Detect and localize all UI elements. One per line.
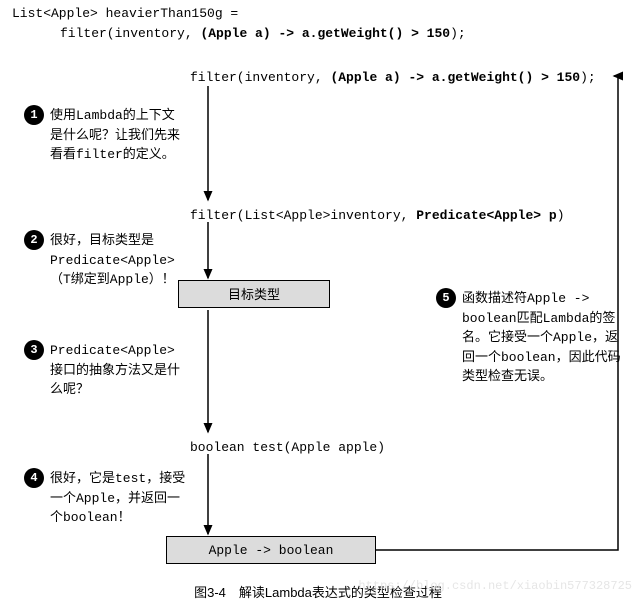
descriptor-box: Apple -> boolean (166, 536, 376, 564)
step-text-4: 很好，它是test，接受一个Apple，并返回一个boolean！ (50, 469, 190, 528)
step-badge-5: 5 (436, 288, 456, 308)
step-text-2: 很好，目标类型是 Predicate<Apple> （T绑定到Apple）！ (50, 231, 190, 290)
code-header: List<Apple> heavierThan150g = filter(inv… (12, 4, 466, 43)
step-text-3: Predicate<Apple> 接口的抽象方法又是什么呢？ (50, 341, 190, 400)
step-text-5: 函数描述符Apple -> boolean匹配Lambda的签名。它接受一个Ap… (462, 289, 622, 387)
step-badge-4: 4 (24, 468, 44, 488)
code-line-1: List<Apple> heavierThan150g = (12, 4, 466, 24)
step-badge-2: 2 (24, 230, 44, 250)
code-line-2: filter(inventory, (Apple a) -> a.getWeig… (60, 24, 466, 44)
target-type-box: 目标类型 (178, 280, 330, 308)
step-badge-1: 1 (24, 105, 44, 125)
flow-node-test: boolean test(Apple apple) (190, 440, 385, 455)
flow-node-signature: filter(List<Apple>inventory, Predicate<A… (190, 208, 565, 223)
step-badge-3: 3 (24, 340, 44, 360)
flow-node-call: filter(inventory, (Apple a) -> a.getWeig… (190, 70, 596, 85)
step-text-1: 使用Lambda的上下文是什么呢？让我们先来看看filter的定义。 (50, 106, 185, 165)
watermark-text: https://blog.csdn.net/xiaobin577328725 (358, 579, 632, 593)
